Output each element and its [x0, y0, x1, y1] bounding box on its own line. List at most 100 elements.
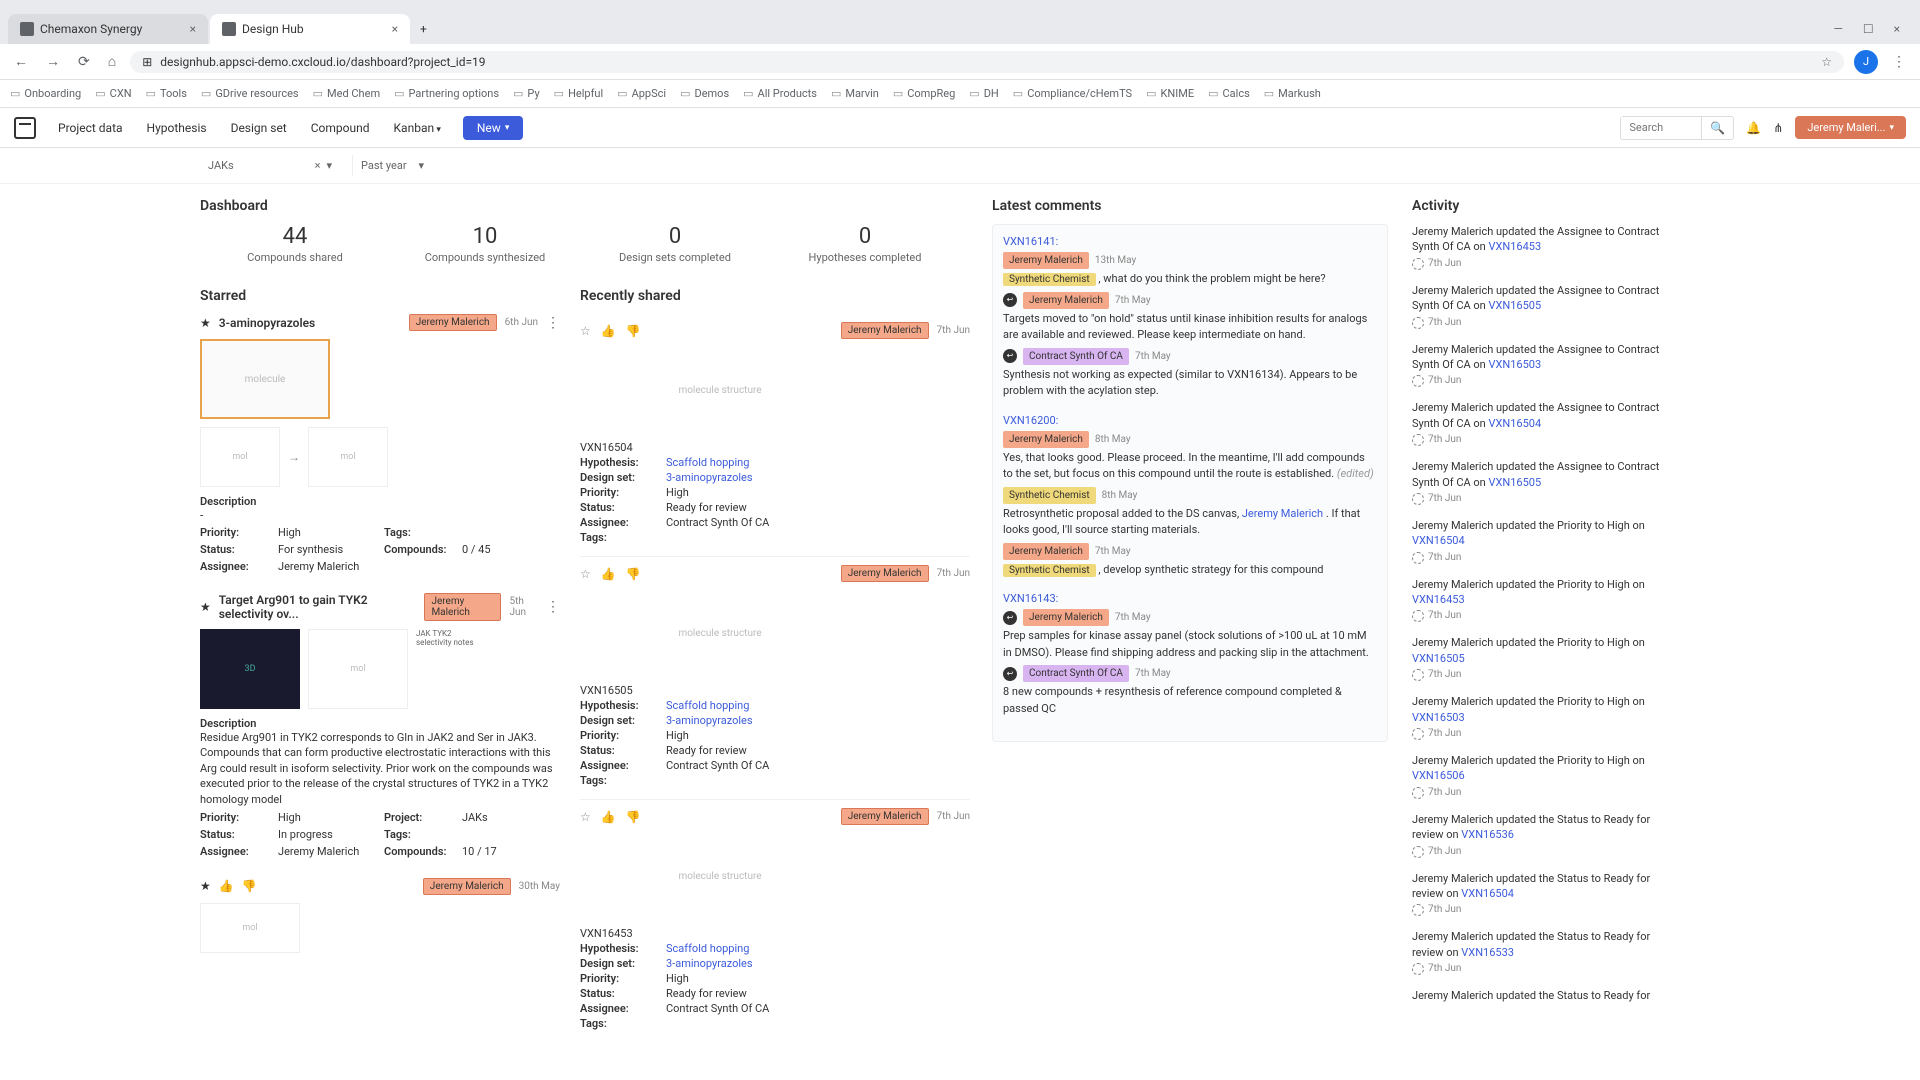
search-icon[interactable]: 🔍 [1701, 117, 1733, 139]
structure-thumbnail[interactable]: 3D [200, 629, 300, 709]
bookmark-item[interactable]: ▭Partnering options [394, 87, 499, 100]
bookmark-item[interactable]: ▭Onboarding [10, 87, 81, 100]
compound-link[interactable]: VXN16504 [1412, 534, 1465, 547]
molecule-thumbnail[interactable]: mol [308, 629, 408, 709]
molecule-structure[interactable]: molecule structure [580, 588, 860, 678]
browser-tab[interactable]: Chemaxon Synergy × [8, 14, 208, 44]
compound-link[interactable]: VXN16504 [1461, 887, 1514, 900]
site-info-icon[interactable]: ⊞ [142, 55, 152, 69]
bookmark-star-icon[interactable]: ☆ [1821, 55, 1832, 69]
compound-link[interactable]: VXN16503 [1488, 358, 1541, 371]
compound-id[interactable]: VXN16504 [580, 441, 970, 454]
nav-project-data[interactable]: Project data [56, 117, 125, 139]
bookmark-item[interactable]: ▭Compliance/cHemTS [1013, 87, 1132, 100]
compound-link[interactable]: VXN16504 [1488, 417, 1541, 430]
hypothesis-link[interactable]: Scaffold hopping [666, 699, 970, 712]
design-set-link[interactable]: 3-aminopyrazoles [666, 957, 970, 970]
bookmark-item[interactable]: ▭KNIME [1146, 87, 1194, 100]
bookmark-item[interactable]: ▭Markush [1264, 87, 1321, 100]
chevron-down-icon[interactable]: ▾ [326, 159, 332, 172]
compound-link[interactable]: VXN16453 [1488, 240, 1541, 253]
bookmark-item[interactable]: ▭Demos [680, 87, 729, 100]
bookmark-item[interactable]: ▭Tools [146, 87, 187, 100]
back-button[interactable]: ← [10, 49, 32, 74]
compound-link[interactable]: VXN16503 [1412, 711, 1465, 724]
nav-kanban[interactable]: Kanban [392, 117, 443, 139]
search-input[interactable] [1621, 117, 1701, 138]
compound-link[interactable]: VXN16143: [1003, 592, 1377, 605]
compound-link[interactable]: VXN16141: [1003, 235, 1377, 248]
more-icon[interactable]: ⋮ [546, 315, 560, 331]
star-icon[interactable]: ★ [200, 316, 211, 330]
card-title[interactable]: 3-aminopyrazoles [219, 316, 315, 330]
app-logo[interactable] [14, 117, 36, 139]
compound-link[interactable]: VXN16505 [1412, 652, 1465, 665]
star-outline-icon[interactable]: ☆ [580, 567, 591, 581]
bookmark-item[interactable]: ▭CompReg [893, 87, 955, 100]
molecule-thumbnail[interactable]: mol [308, 427, 388, 487]
bookmark-item[interactable]: ▭GDrive resources [201, 87, 299, 100]
bookmark-item[interactable]: ▭Med Chem [313, 87, 380, 100]
close-icon[interactable]: × [392, 22, 398, 36]
address-bar[interactable]: ⊞ designhub.appsci-demo.cxcloud.io/dashb… [130, 51, 1844, 73]
maximize-icon[interactable]: ☐ [1863, 22, 1874, 36]
compound-link[interactable]: VXN16506 [1412, 769, 1465, 782]
compound-id[interactable]: VXN16453 [580, 927, 970, 940]
close-icon[interactable]: × [190, 22, 196, 36]
hypothesis-link[interactable]: Scaffold hopping [666, 456, 970, 469]
new-button[interactable]: New [463, 116, 523, 140]
mention-tag[interactable]: Synthetic Chemist [1003, 564, 1096, 577]
bookmark-item[interactable]: ▭AppSci [617, 87, 666, 100]
thumbs-down-icon[interactable]: 👎 [626, 324, 641, 338]
bookmark-item[interactable]: ▭Marvin [831, 87, 879, 100]
star-icon[interactable]: ★ [200, 600, 211, 614]
design-set-link[interactable]: 3-aminopyrazoles [666, 714, 970, 727]
clear-filter-icon[interactable]: × [315, 159, 321, 172]
molecule-thumbnail[interactable]: mol [200, 903, 300, 953]
nav-compound[interactable]: Compound [309, 117, 372, 139]
mention-tag[interactable]: Synthetic Chemist [1003, 273, 1096, 286]
more-icon[interactable]: ⋮ [546, 599, 560, 615]
project-filter[interactable]: JAKs × ▾ [200, 155, 340, 176]
hypothesis-link[interactable]: Scaffold hopping [666, 942, 970, 955]
star-icon[interactable]: ★ [200, 879, 211, 893]
reload-button[interactable]: ⟳ [74, 50, 94, 74]
compound-link[interactable]: VXN16505 [1488, 476, 1541, 489]
bookmark-item[interactable]: ▭CXN [95, 87, 131, 100]
thumbs-up-icon[interactable]: 👍 [601, 810, 616, 824]
timerange-filter[interactable]: Past year ▾ [352, 155, 432, 176]
molecule-structure[interactable]: molecule structure [580, 345, 860, 435]
home-button[interactable]: ⌂ [104, 49, 120, 74]
molecule-thumbnail[interactable]: molecule [200, 339, 330, 419]
molecule-thumbnail[interactable]: mol [200, 427, 280, 487]
thumbs-down-icon[interactable]: 👎 [242, 879, 257, 893]
browser-tab-active[interactable]: Design Hub × [210, 14, 410, 44]
design-set-link[interactable]: 3-aminopyrazoles [666, 471, 970, 484]
thumbs-up-icon[interactable]: 👍 [219, 879, 234, 893]
thumbs-down-icon[interactable]: 👎 [626, 567, 641, 581]
thumbs-down-icon[interactable]: 👎 [626, 810, 641, 824]
bookmark-item[interactable]: ▭Py [513, 87, 540, 100]
chevron-down-icon[interactable]: ▾ [418, 159, 424, 172]
nav-design-set[interactable]: Design set [229, 117, 289, 139]
new-tab-button[interactable]: + [412, 14, 435, 44]
nav-hypothesis[interactable]: Hypothesis [145, 117, 209, 139]
compound-link[interactable]: VXN16453 [1412, 593, 1465, 606]
forward-button[interactable]: → [42, 49, 64, 74]
compound-link[interactable]: VXN16533 [1461, 946, 1514, 959]
molecule-structure[interactable]: molecule structure [580, 831, 860, 921]
menu-icon[interactable]: ⋮ [1888, 50, 1910, 74]
bookmark-item[interactable]: ▭All Products [743, 87, 817, 100]
minimize-icon[interactable]: — [1833, 22, 1842, 36]
share-icon[interactable]: ⋔ [1773, 121, 1783, 135]
close-window-icon[interactable]: × [1894, 22, 1900, 36]
compound-link[interactable]: VXN16505 [1488, 299, 1541, 312]
user-link[interactable]: Jeremy Malerich [1242, 507, 1323, 520]
compound-link[interactable]: VXN16536 [1461, 828, 1514, 841]
thumbs-up-icon[interactable]: 👍 [601, 324, 616, 338]
star-outline-icon[interactable]: ☆ [580, 324, 591, 338]
compound-id[interactable]: VXN16505 [580, 684, 970, 697]
profile-avatar[interactable]: J [1854, 50, 1878, 74]
card-title[interactable]: Target Arg901 to gain TYK2 selectivity o… [219, 593, 417, 621]
star-outline-icon[interactable]: ☆ [580, 810, 591, 824]
